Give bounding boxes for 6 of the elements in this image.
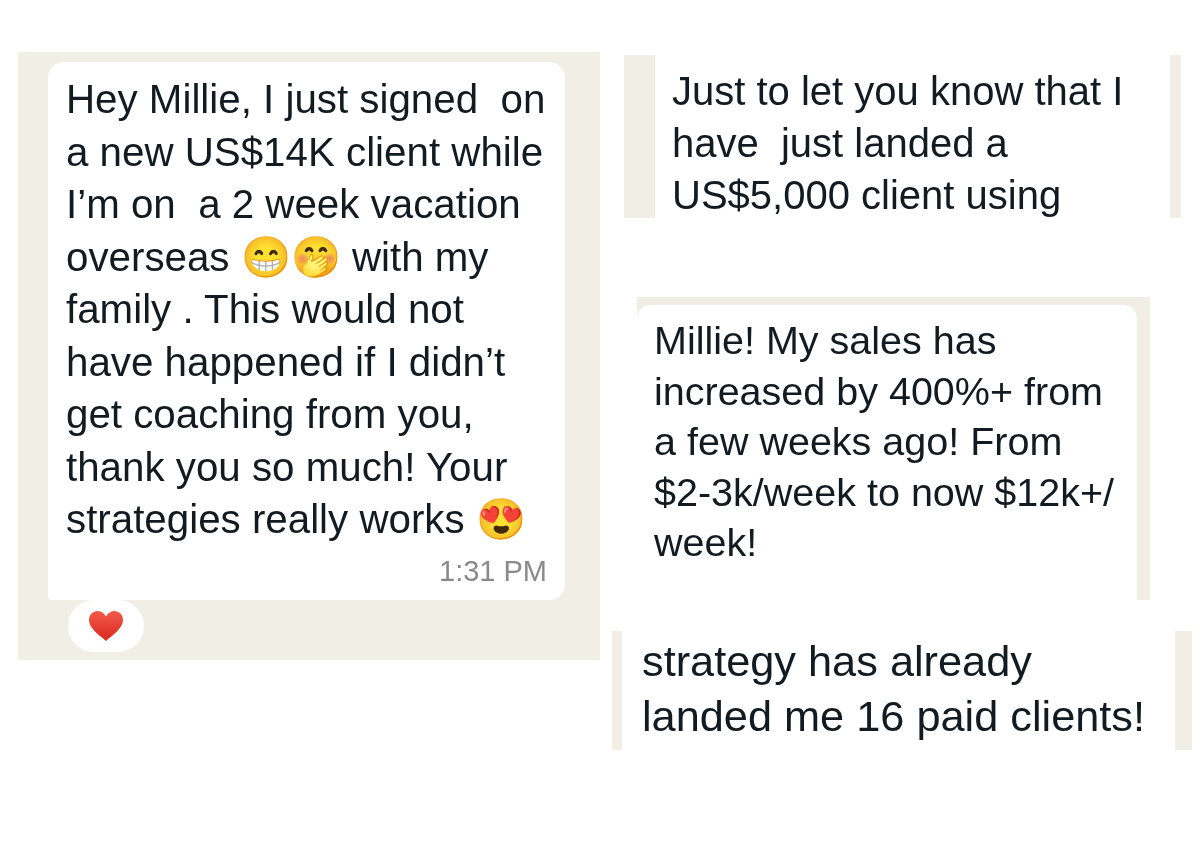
message-text: Millie! My sales has increased by 400%+ from a few weeks ago! From $2-3k/week to now $12k+/ week! <box>654 317 1116 566</box>
message-text: Hey Millie, I just signed on a new US$14K client while I’m on a 2 week vacation overseas 😁🤭 with my family . This would not have happened if I didn’t get coaching from you, thank you so much! Your strategies really works 😍 <box>66 76 547 544</box>
message-text: strategy has already landed me 16 paid clients! <box>642 636 1147 742</box>
heart-icon <box>88 609 124 642</box>
message-text: Just to let you know that I have just landed a US$5,000 client using <box>672 68 1125 218</box>
message-time: 1:31 PM <box>439 553 547 588</box>
